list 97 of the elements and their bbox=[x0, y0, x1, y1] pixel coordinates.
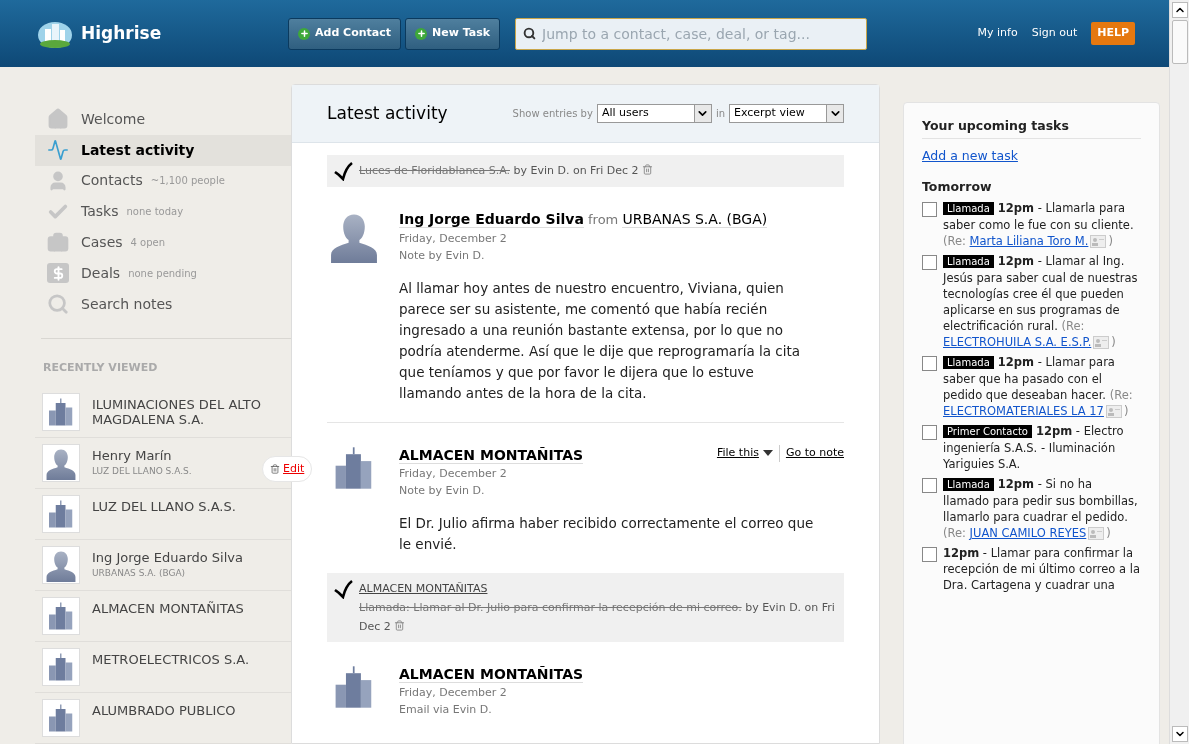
filter-label: in bbox=[715, 107, 725, 121]
contact-link[interactable]: ELECTROHUILA S.A. E.S.P. bbox=[943, 335, 1092, 350]
category-tag: Llamada bbox=[943, 356, 994, 370]
contact-card-icon bbox=[1088, 527, 1105, 541]
trash-icon bbox=[270, 464, 280, 474]
contact-link[interactable]: ELECTROMATERIALES LA 17 bbox=[943, 404, 1104, 419]
edit-link[interactable]: Edit bbox=[262, 456, 313, 482]
search-field[interactable]: Jump to a contact, case, deal, or tag... bbox=[515, 17, 868, 50]
recent-subtitle: LUZ DEL LLANO S.A.S. bbox=[92, 464, 192, 478]
contact-card-icon bbox=[1093, 336, 1110, 350]
task-text: Llamada 12pm - Llamarla para saber como le fue con su cliente. (Re: Marta Liliana Toro M. ) bbox=[943, 200, 1135, 250]
item-count: ~1,100 people bbox=[150, 174, 225, 189]
task-checkbox[interactable] bbox=[922, 255, 937, 271]
dropdown[interactable]: All users bbox=[596, 104, 712, 123]
task-checkbox[interactable] bbox=[922, 356, 937, 372]
contact-link[interactable]: JUAN CAMILO REYES bbox=[969, 526, 1087, 541]
task-checkbox[interactable] bbox=[922, 478, 937, 494]
item-count: none pending bbox=[128, 266, 197, 281]
briefcase-icon bbox=[47, 231, 69, 254]
trash-icon bbox=[642, 164, 653, 175]
contact-link[interactable]: ALMACEN MONTAÑITAS bbox=[399, 666, 584, 683]
task-text: 12pm - Llamar para confirmar la recepción de mi último correo a la Dra. Cartagena y cuadrar una bbox=[943, 545, 1141, 594]
panel-title: Latest activity bbox=[327, 101, 448, 125]
sidebar-item[interactable]: Tasks none today bbox=[35, 196, 291, 228]
recent-link[interactable]: METROELECTRICOS S.A. bbox=[92, 651, 250, 667]
scroll-thumb[interactable] bbox=[1171, 20, 1188, 64]
task-checkbox[interactable] bbox=[922, 202, 937, 218]
caret-icon bbox=[762, 450, 773, 457]
dollar-icon bbox=[47, 263, 69, 284]
item-count: none today bbox=[126, 205, 184, 220]
task-checkbox[interactable] bbox=[922, 425, 937, 441]
recent-link[interactable]: Henry Marín bbox=[92, 447, 192, 463]
sidebar-item[interactable]: Welcome bbox=[35, 104, 291, 135]
sidebar-item[interactable]: Deals none pending bbox=[35, 257, 291, 289]
task-text: Llamada 12pm - Si no ha llamado para pedir sus bombillas, llamarlo para cuadrar el pedido. (Re: JUAN CAMILO REYES ) bbox=[943, 476, 1139, 542]
group-heading: Tomorrow bbox=[922, 177, 993, 196]
contact-card-icon bbox=[1105, 405, 1122, 419]
trash-icon bbox=[394, 620, 406, 631]
note-date: Friday, December 2 bbox=[399, 231, 508, 247]
app-name: Highrise bbox=[81, 21, 163, 45]
section-heading: RECENTLY VIEWED bbox=[43, 360, 159, 377]
header-button[interactable]: New Task bbox=[405, 17, 501, 50]
recent-link[interactable]: ALMACEN MONTAÑITAS bbox=[92, 600, 244, 616]
task-summary: Llamada: Llamar al Dr. Julio para confirmar la recepción de mi correo. by Evin D. on Fri Dec 2 bbox=[359, 600, 836, 635]
category-tag: Llamada bbox=[943, 255, 994, 269]
panel-title: Your upcoming tasks bbox=[922, 117, 1141, 139]
company-link[interactable]: URBANAS S.A. (BGA) bbox=[622, 211, 768, 228]
contact-card-icon bbox=[1090, 235, 1107, 249]
recent-link[interactable]: ALUMBRADO PUBLICO bbox=[92, 702, 236, 718]
note-body: Al llamar hoy antes de nuestro encuentro, Viviana, quien parece ser su asistente, me comentó que había recién ingresado a una reunión bastante extensa, por lo que no podría atenderme. Así que le dije que reprogramaría la cita que teníamos y que por favor le dijera que lo estuve llamando antes de la hora de la cita. bbox=[399, 279, 802, 403]
header-link[interactable]: Sign out bbox=[1031, 25, 1078, 42]
scroll-down-icon[interactable] bbox=[1171, 726, 1188, 742]
task-text: Llamada 12pm - Llamar al Ing. Jesús para saber cual de nuestras tecnologías cree él que pueden aplicarse en sus programas de electrificación rural. (Re: ELECTROHUILA S.A. E.S.P. ) bbox=[943, 253, 1139, 351]
note-action-link[interactable]: Go to note bbox=[778, 445, 844, 462]
search-icon bbox=[523, 26, 537, 40]
from-label: from bbox=[587, 212, 620, 227]
dropdown[interactable]: Excerpt view bbox=[729, 104, 844, 123]
item-count: 4 open bbox=[130, 236, 166, 250]
task-text: Primer Contacto 12pm - Electro ingeniería S.A.S. - Iluminación Yariguies S.A. bbox=[943, 423, 1125, 473]
note-author: Note by Evin D. bbox=[399, 248, 486, 264]
note-body: El Dr. Julio afirma haber recibido correctamente el correo que le envié. bbox=[399, 514, 815, 554]
check-icon bbox=[333, 579, 353, 599]
note-action-link[interactable]: File this bbox=[716, 445, 773, 462]
scroll-up-icon[interactable] bbox=[1171, 2, 1188, 18]
plus-icon bbox=[415, 27, 427, 40]
note-date: Friday, December 2 bbox=[399, 685, 508, 701]
contact-link[interactable]: Marta Liliana Toro M. bbox=[969, 234, 1089, 249]
contact-link[interactable]: Ing Jorge Eduardo Silva bbox=[399, 211, 584, 228]
contact-link[interactable]: ALMACEN MONTAÑITAS bbox=[399, 447, 584, 464]
task-text: Llamada 12pm - Llamar para saber que ha pasado con el pedido que deseaban hacer. (Re: ELECTROMATERIALES LA 17 ) bbox=[943, 354, 1134, 420]
plus-icon bbox=[298, 27, 310, 40]
sidebar-item[interactable]: Latest activity bbox=[35, 134, 291, 166]
home-icon bbox=[47, 108, 69, 131]
header-link[interactable]: My info bbox=[977, 25, 1018, 42]
recent-link[interactable]: Ing Jorge Eduardo Silva bbox=[92, 549, 243, 565]
check-icon bbox=[333, 161, 353, 181]
category-tag: Primer Contacto bbox=[943, 425, 1032, 439]
category-tag: Llamada bbox=[943, 202, 994, 216]
pulse-icon bbox=[47, 139, 69, 162]
sidebar-item[interactable]: Search notes bbox=[35, 288, 291, 320]
task-summary: Luces de Floridablanca S.A. by Evin D. on Fri Dec 2 bbox=[359, 161, 653, 180]
note-date: Friday, December 2 bbox=[399, 466, 508, 482]
person-icon bbox=[47, 169, 69, 192]
search-icon bbox=[47, 293, 69, 316]
task-checkbox[interactable] bbox=[922, 547, 937, 563]
note-author: Email via Evin D. bbox=[399, 702, 493, 718]
subject-link[interactable]: ALMACEN MONTAÑITAS bbox=[359, 579, 838, 598]
filter-label: Show entries by bbox=[512, 107, 593, 121]
note-author: Note by Evin D. bbox=[399, 483, 486, 499]
sidebar-item[interactable]: Cases 4 open bbox=[35, 227, 291, 258]
recent-link[interactable]: ILUMINACIONES DEL ALTO MAGDALENA S.A. bbox=[92, 396, 271, 427]
add-task-link[interactable]: Add a new task bbox=[922, 146, 1141, 166]
header-button[interactable]: Add Contact bbox=[288, 17, 401, 50]
sidebar-item[interactable]: Contacts ~1,100 people bbox=[35, 165, 291, 197]
category-tag: Llamada bbox=[943, 478, 994, 492]
recent-subtitle: URBANAS S.A. (BGA) bbox=[92, 566, 187, 580]
recent-link[interactable]: LUZ DEL LLANO S.A.S. bbox=[92, 498, 236, 514]
